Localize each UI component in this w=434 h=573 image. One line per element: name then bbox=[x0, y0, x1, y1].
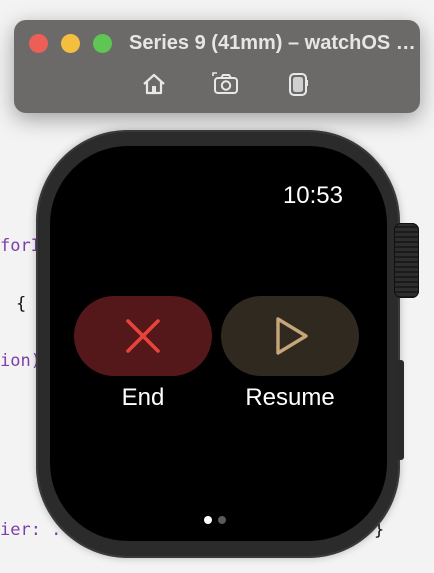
code-fragment: { bbox=[16, 294, 27, 314]
resume-label: Resume bbox=[245, 384, 335, 411]
side-button[interactable] bbox=[396, 360, 404, 460]
code-fragment: forI bbox=[0, 236, 41, 256]
end-button[interactable] bbox=[74, 296, 212, 376]
page-dot-active bbox=[204, 516, 212, 524]
x-icon bbox=[126, 319, 160, 353]
digital-crown[interactable] bbox=[394, 223, 419, 298]
watch-screen: 10:53 End Resume bbox=[50, 146, 387, 541]
resume-button[interactable] bbox=[221, 296, 359, 376]
code-fragment: ier: . bbox=[0, 520, 62, 540]
rotate-device-button[interactable] bbox=[284, 70, 312, 98]
window-title: Series 9 (41mm) – watchOS 10.0 bbox=[129, 32, 419, 54]
rotate-device-icon bbox=[289, 73, 308, 96]
end-label: End bbox=[121, 384, 165, 411]
zoom-window-button[interactable] bbox=[93, 34, 112, 53]
watch-time: 10:53 bbox=[282, 182, 343, 209]
play-icon bbox=[276, 317, 308, 355]
code-fragment: ion) bbox=[0, 351, 41, 371]
minimize-window-button[interactable] bbox=[61, 34, 80, 53]
page-indicator[interactable] bbox=[204, 516, 226, 524]
screenshot-camera-icon bbox=[212, 72, 238, 94]
home-icon bbox=[143, 73, 165, 95]
page-dot bbox=[218, 516, 226, 524]
screenshot-button[interactable] bbox=[212, 70, 240, 98]
simulator-window-titlebar[interactable]: Series 9 (41mm) – watchOS 10.0 bbox=[14, 20, 420, 113]
close-window-button[interactable] bbox=[29, 34, 48, 53]
home-button[interactable] bbox=[140, 70, 168, 98]
